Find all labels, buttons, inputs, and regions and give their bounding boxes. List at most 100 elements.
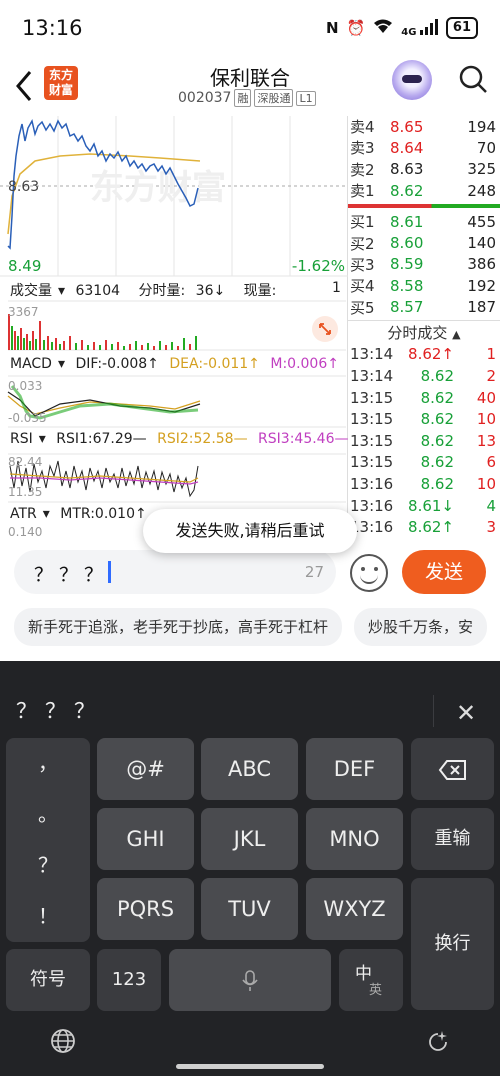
status-bar: 13:16 N ⏰ 4G 61 — [0, 0, 500, 58]
volume-selector[interactable]: 成交量 ▾ — [10, 283, 65, 299]
key-period[interactable]: 。 — [6, 789, 90, 840]
newline-key[interactable]: 换行 — [411, 878, 494, 1010]
bid-volume: 192 — [467, 276, 496, 295]
key-abc[interactable]: ABC — [201, 738, 298, 800]
change-pct: -1.62% — [292, 257, 345, 275]
ask-volume: 70 — [476, 138, 496, 157]
candidate-text[interactable]: ？？？ — [16, 695, 103, 725]
tick-volume-label: 分时量: — [138, 283, 186, 299]
order-book: 卖4 8.65 194 卖3 8.64 70 卖2 8.63 325 卖1 8.62 248 买… — [348, 116, 500, 536]
volume-label-row: 成交量 ▾ 63104 分时量: 36↓ 现量: — [10, 280, 282, 300]
trade-price: 8.62 — [420, 367, 454, 386]
expand-icon[interactable] — [312, 316, 338, 342]
chart-area[interactable]: 东方财富 8.63 8.49 -1.62% 3367 0.033 -0.035 … — [0, 116, 349, 539]
trade-price: 8.62 — [420, 388, 454, 407]
backspace-key[interactable] — [411, 738, 494, 800]
caret-up-icon: ▲ — [452, 327, 461, 341]
symbols-key[interactable]: 符号 — [6, 949, 90, 1011]
language-switch-key[interactable]: 中 英 — [339, 949, 403, 1011]
error-toast: 发送失败,请稍后重试 — [143, 509, 357, 553]
ask-volume: 194 — [467, 117, 496, 136]
emoji-icon[interactable] — [350, 554, 388, 592]
space-key[interactable] — [169, 949, 331, 1011]
rsi-bottom: 11.35 — [8, 485, 42, 499]
trades-header[interactable]: 分时成交 ▲ — [348, 319, 500, 344]
key-comma[interactable]: ， — [6, 738, 90, 789]
atr-label-row: ATR ▾ MTR:0.010↑ — [10, 506, 153, 522]
alarm-icon: ⏰ — [346, 19, 366, 37]
trade-volume: 2 — [486, 367, 496, 386]
trade-time: 13:15 — [350, 453, 394, 472]
network-type: 4G — [401, 26, 417, 38]
reinput-key[interactable]: 重输 — [411, 808, 494, 870]
macd-label: MACD — [10, 356, 52, 372]
ref-price: 8.63 — [8, 179, 39, 195]
trade-row: 13:15 8.62 10 — [348, 408, 500, 430]
trade-time: 13:15 — [350, 431, 394, 450]
key-mno[interactable]: MNO — [306, 808, 403, 870]
margin-tag: 融 — [234, 89, 252, 107]
keyboard-settings-icon[interactable] — [424, 1028, 452, 1056]
candidate-bar: ？？？ ✕ — [0, 661, 500, 735]
ask-price: 8.63 — [390, 160, 424, 179]
bid-price: 8.60 — [390, 234, 424, 253]
atr-selector[interactable]: ATR ▾ — [10, 506, 50, 522]
key-ghi[interactable]: GHI — [97, 808, 194, 870]
ask-row: 卖1 8.62 248 — [348, 180, 500, 201]
key-pqrs[interactable]: PQRS — [97, 878, 194, 940]
ask-row: 卖4 8.65 194 — [348, 116, 500, 137]
rsi-top: 82.44 — [8, 455, 42, 469]
send-button[interactable]: 发送 — [402, 550, 486, 594]
status-icons: N ⏰ 4G 61 — [326, 17, 478, 39]
bid-label: 买3 — [350, 255, 375, 274]
quick-phrase-chip[interactable]: 新手死于追涨，老手死于抄底，高手死于杠杆 — [14, 608, 343, 646]
comment-input[interactable]: ？？？ 27 — [14, 550, 336, 594]
signal-icon: 4G — [401, 18, 438, 38]
trade-row: 13:16 8.62↑ 3 — [348, 516, 500, 538]
trade-row: 13:14 8.62↑ 1 — [348, 344, 500, 366]
wifi-icon — [373, 18, 393, 38]
comment-input-text: ？？？ — [34, 564, 110, 586]
assistant-avatar-icon[interactable] — [392, 60, 432, 100]
key-question[interactable]: ？ — [6, 840, 90, 891]
close-icon[interactable]: ✕ — [456, 699, 476, 727]
bid-volume: 140 — [467, 234, 496, 253]
ask-volume: 248 — [467, 181, 496, 200]
key-jkl[interactable]: JKL — [201, 808, 298, 870]
ask-row: 卖3 8.64 70 — [348, 137, 500, 158]
text-cursor — [108, 561, 111, 583]
macd-dif: DIF:-0.008↑ — [75, 356, 159, 372]
trade-row: 13:16 8.62 10 — [348, 473, 500, 495]
watermark-text: 东方财富 — [90, 168, 226, 208]
microphone-icon — [242, 970, 258, 991]
trade-volume: 1 — [486, 345, 496, 364]
globe-icon[interactable] — [50, 1028, 76, 1054]
trade-time: 13:14 — [350, 367, 394, 386]
number-key[interactable]: 123 — [97, 949, 161, 1011]
quick-phrase-chip[interactable]: 炒股千万条，安 — [354, 608, 488, 646]
trade-time: 13:16 — [350, 518, 394, 537]
ask-label: 卖1 — [350, 182, 375, 201]
ask-volume: 325 — [467, 160, 496, 179]
trade-time: 13:14 — [350, 345, 394, 364]
key-exclaim[interactable]: ！ — [6, 891, 90, 942]
bid-volume: 386 — [467, 255, 496, 274]
level-tag: L1 — [296, 90, 316, 106]
trade-row: 13:14 8.62 2 — [348, 365, 500, 387]
key-tuv[interactable]: TUV — [201, 878, 298, 940]
macd-selector[interactable]: MACD ▾ — [10, 356, 65, 372]
home-indicator[interactable] — [176, 1064, 324, 1069]
bid-row: 买1 8.61 455 — [348, 211, 500, 232]
key-symbols-at[interactable]: @# — [97, 738, 194, 800]
trade-volume: 6 — [486, 453, 496, 472]
bid-volume: 455 — [467, 212, 496, 231]
trade-row: 13:16 8.61↓ 4 — [348, 495, 500, 517]
bid-price: 8.61 — [390, 212, 424, 231]
connect-tag: 深股通 — [254, 89, 294, 107]
key-wxyz[interactable]: WXYZ — [306, 878, 403, 940]
rsi-selector[interactable]: RSI ▾ — [10, 431, 46, 447]
search-icon[interactable] — [458, 64, 488, 94]
stock-header: 东方 财富 保利联合 002037 融 深股通 L1 — [0, 58, 500, 116]
key-def[interactable]: DEF — [306, 738, 403, 800]
bid-row: 买3 8.59 386 — [348, 254, 500, 275]
